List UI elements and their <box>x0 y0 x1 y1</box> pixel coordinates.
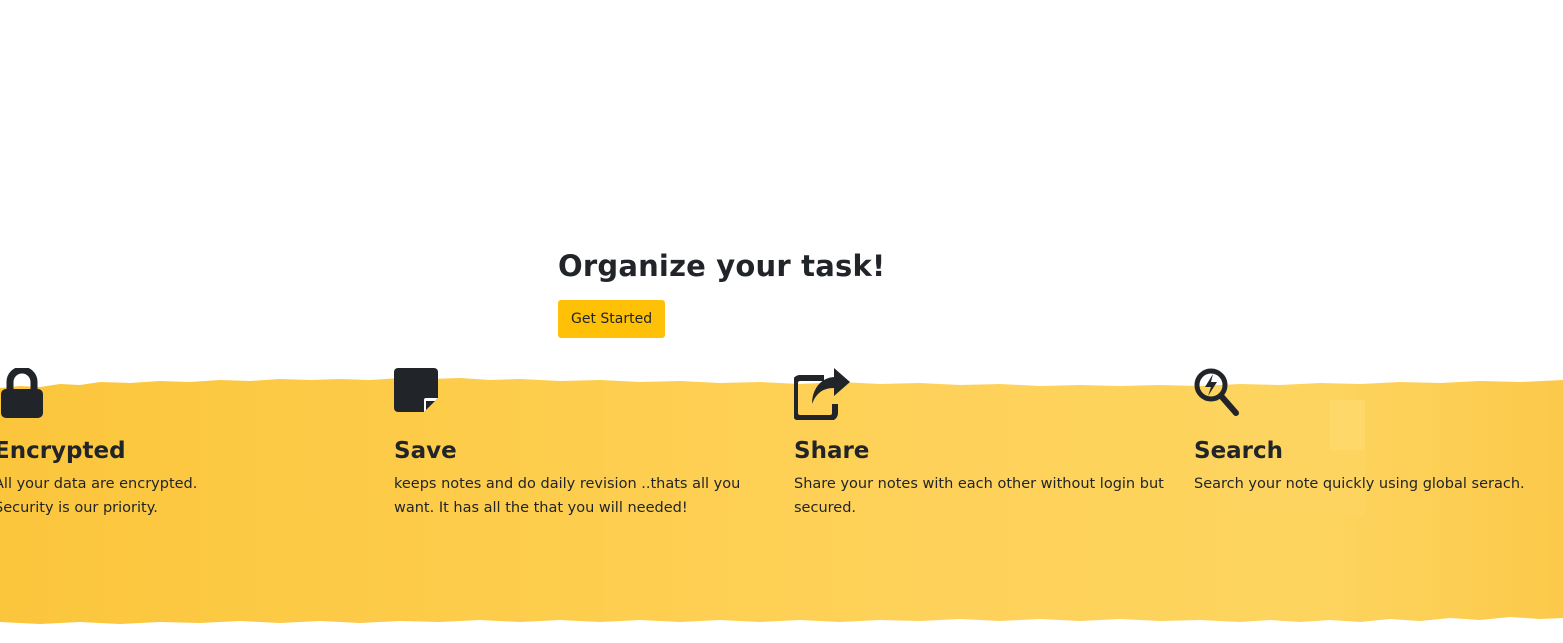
feature-desc-line: secured. <box>794 500 857 516</box>
feature-encrypted: Encrypted All your data are encrypted. S… <box>0 368 374 520</box>
feature-desc-line: Security is our priority. <box>0 500 158 516</box>
feature-title: Save <box>394 438 457 464</box>
feature-desc-line: want. It has all the that you will neede… <box>394 500 688 516</box>
landing-page: Organize your task! Get Started Encrypte… <box>0 0 1563 643</box>
feature-desc-line: Share your notes with each other without… <box>794 476 1164 492</box>
feature-description: Share your notes with each other without… <box>794 472 1174 520</box>
feature-share: Share Share your notes with each other w… <box>794 368 1174 520</box>
feature-title: Encrypted <box>0 438 126 464</box>
features-row: Encrypted All your data are encrypted. S… <box>0 368 1563 538</box>
share-icon <box>794 368 850 420</box>
feature-description: All your data are encrypted. Security is… <box>0 472 374 520</box>
feature-desc-line: All your data are encrypted. <box>0 476 198 492</box>
feature-description: keeps notes and do daily revision ..that… <box>394 472 774 520</box>
feature-search: Search Search your note quickly using gl… <box>1194 368 1563 496</box>
feature-title: Search <box>1194 438 1284 464</box>
lock-icon <box>1 368 43 418</box>
hero-section: Organize your task! Get Started <box>558 246 885 338</box>
feature-title: Share <box>794 438 870 464</box>
feature-save: Save keeps notes and do daily revision .… <box>394 368 774 520</box>
feature-desc-line: keeps notes and do daily revision ..that… <box>394 476 741 492</box>
feature-desc-line: Search your note quickly using global se… <box>1194 476 1525 492</box>
hero-title: Organize your task! <box>558 249 886 283</box>
get-started-button[interactable]: Get Started <box>558 300 666 338</box>
sticky-note-icon <box>394 368 438 412</box>
feature-description: Search your note quickly using global se… <box>1194 472 1563 496</box>
search-bolt-icon <box>1194 368 1239 416</box>
